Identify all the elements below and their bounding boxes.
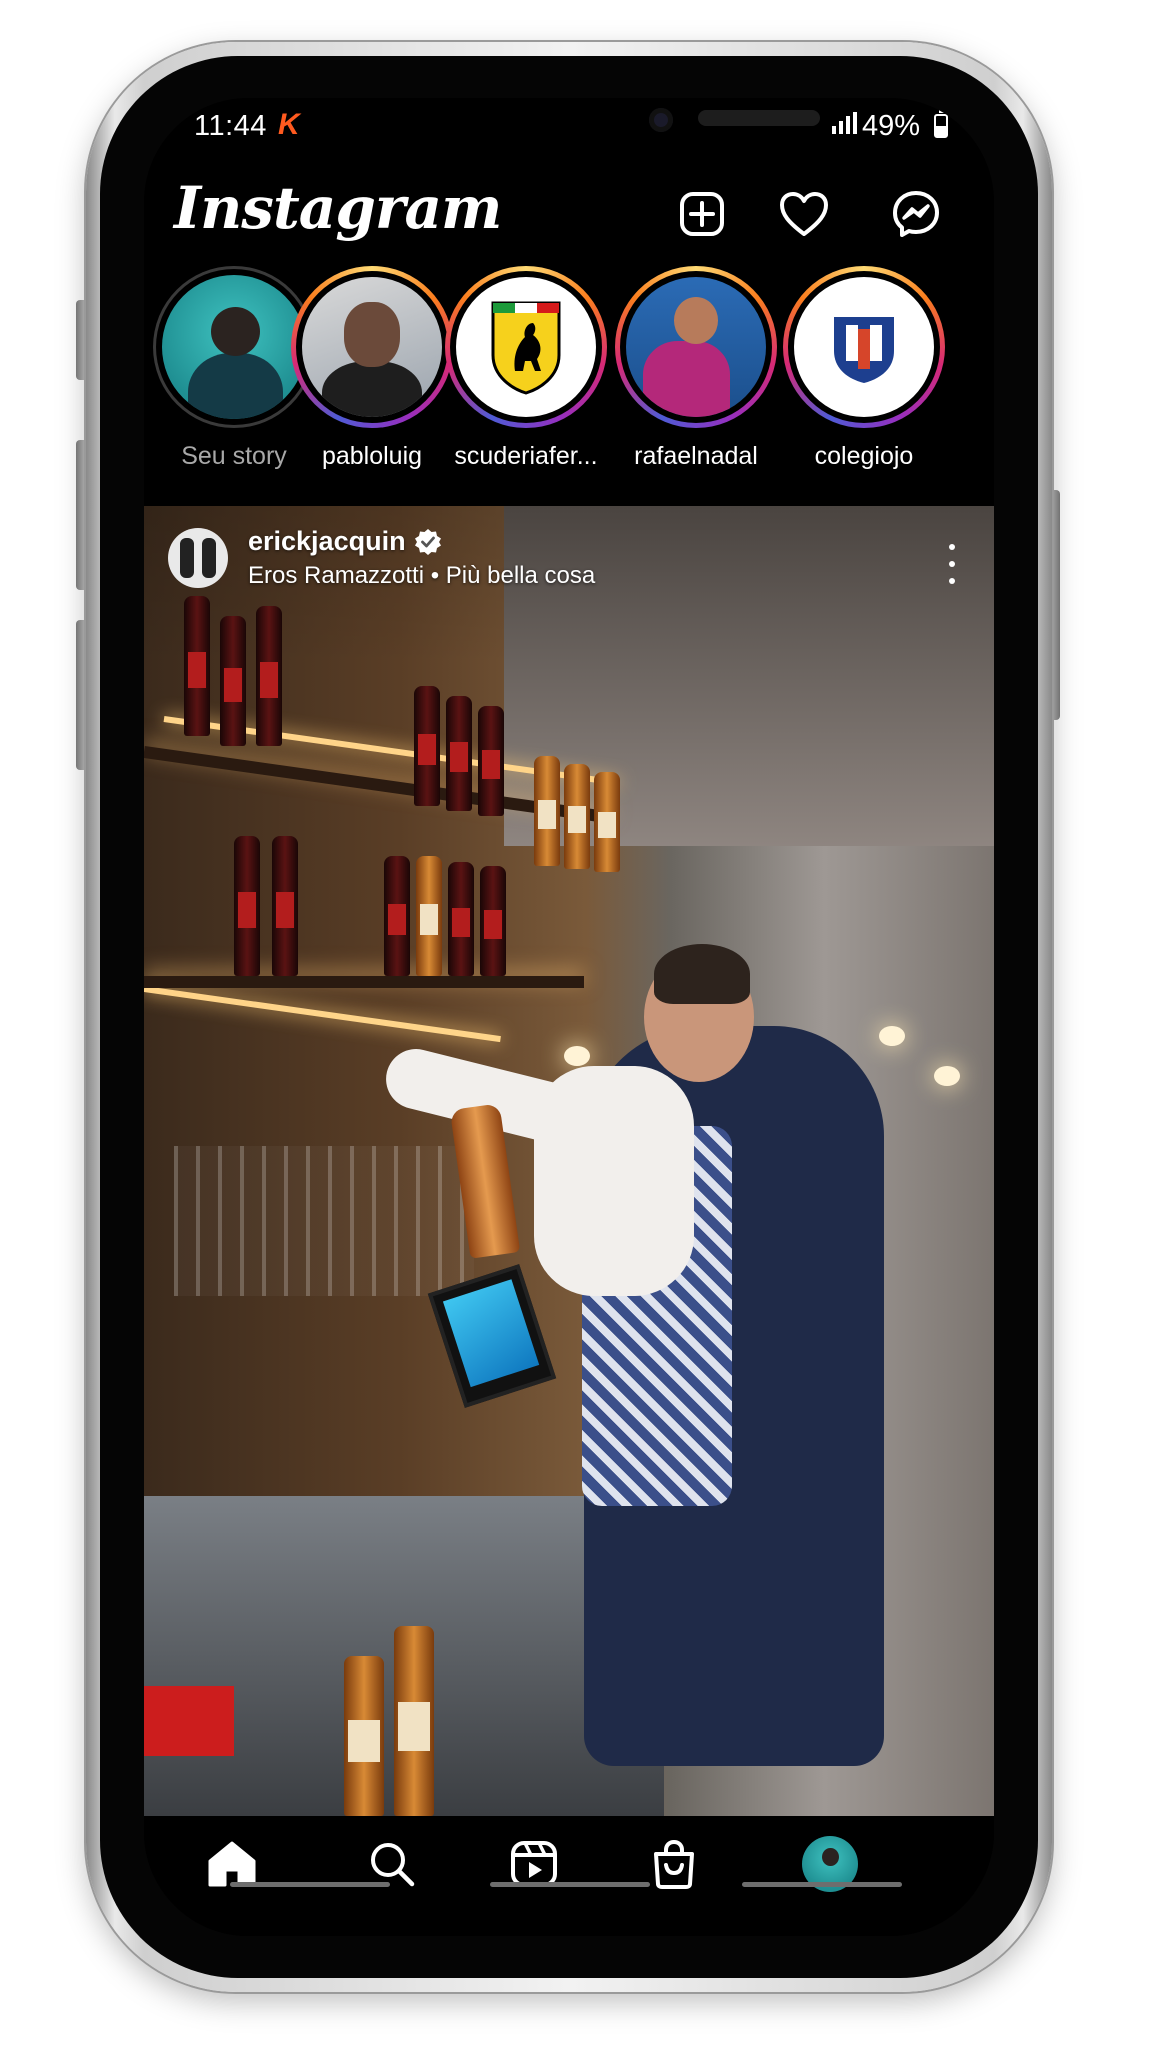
bottle bbox=[344, 1656, 384, 1816]
story-item[interactable]: scuderiafer... bbox=[434, 266, 618, 471]
post-username[interactable]: erickjacquin bbox=[248, 526, 442, 557]
messenger-icon[interactable] bbox=[888, 186, 944, 242]
battery-icon bbox=[934, 110, 948, 138]
bar-mat bbox=[144, 1686, 234, 1756]
story-name: scuderiafer... bbox=[454, 442, 598, 470]
app-screen: 11:44 K 49% Instagram Seu story pablolui… bbox=[144, 98, 994, 1936]
camera-notch bbox=[330, 98, 820, 166]
story-avatar bbox=[302, 277, 442, 417]
bottle bbox=[534, 756, 560, 866]
bottle bbox=[478, 706, 504, 816]
shelf-light bbox=[144, 986, 501, 1043]
bottle bbox=[272, 836, 298, 976]
story-name: colegiojo bbox=[814, 442, 914, 470]
gesture-bar bbox=[490, 1882, 650, 1887]
post-header: erickjacquin Eros Ramazzotti • Più bella… bbox=[144, 506, 994, 616]
school-logo-icon bbox=[794, 277, 934, 417]
ferrari-shield-icon bbox=[456, 277, 596, 417]
battery-percent: 49% bbox=[862, 110, 921, 142]
story-item[interactable]: colegiojo bbox=[772, 266, 956, 471]
story-item[interactable]: rafaelnadal bbox=[604, 266, 788, 471]
gesture-bar bbox=[230, 1882, 390, 1887]
bottle bbox=[480, 866, 506, 976]
scene-lamp bbox=[564, 1046, 590, 1066]
verified-badge-icon bbox=[414, 528, 442, 556]
wine-glasses bbox=[174, 1146, 474, 1296]
more-options-icon[interactable] bbox=[940, 540, 964, 588]
story-ring bbox=[615, 266, 777, 428]
post-avatar[interactable] bbox=[168, 528, 228, 588]
bottle bbox=[448, 862, 474, 976]
bottle bbox=[184, 596, 210, 736]
bottle bbox=[384, 856, 410, 976]
story-name: rafaelnadal bbox=[634, 442, 758, 470]
post-music-label[interactable]: Eros Ramazzotti • Più bella cosa bbox=[248, 562, 595, 590]
bottle bbox=[256, 606, 282, 746]
app-indicator-icon: K bbox=[278, 108, 300, 141]
bottle bbox=[234, 836, 260, 976]
post-username-text: erickjacquin bbox=[248, 526, 406, 556]
bottle bbox=[416, 856, 442, 976]
gesture-bar bbox=[742, 1882, 902, 1887]
bottle bbox=[594, 772, 620, 872]
shop-icon[interactable] bbox=[642, 1832, 706, 1896]
story-ring bbox=[445, 266, 607, 428]
instagram-logo[interactable]: Instagram bbox=[174, 174, 502, 242]
post-video[interactable]: erickjacquin Eros Ramazzotti • Più bella… bbox=[144, 506, 994, 1816]
bar-shelf bbox=[144, 976, 584, 988]
bottle bbox=[446, 696, 472, 811]
scene-lamp bbox=[879, 1026, 905, 1046]
bottle bbox=[394, 1626, 434, 1816]
stories-tray: Seu story pabloluig scuderiafer... rafae… bbox=[144, 266, 994, 486]
earpiece-speaker bbox=[698, 110, 820, 126]
heart-icon[interactable] bbox=[776, 186, 832, 242]
scene-lamp bbox=[934, 1066, 960, 1086]
add-post-icon[interactable] bbox=[674, 186, 730, 242]
bottle bbox=[414, 686, 440, 806]
bartender-hair bbox=[654, 944, 750, 1004]
status-time: 11:44 bbox=[194, 110, 267, 142]
front-camera bbox=[649, 108, 673, 132]
signal-icon bbox=[832, 112, 857, 134]
story-ring bbox=[291, 266, 453, 428]
story-avatar bbox=[626, 277, 766, 417]
bottle bbox=[220, 616, 246, 746]
bottom-nav bbox=[144, 1816, 994, 1936]
story-ring bbox=[783, 266, 945, 428]
bottle bbox=[564, 764, 590, 869]
